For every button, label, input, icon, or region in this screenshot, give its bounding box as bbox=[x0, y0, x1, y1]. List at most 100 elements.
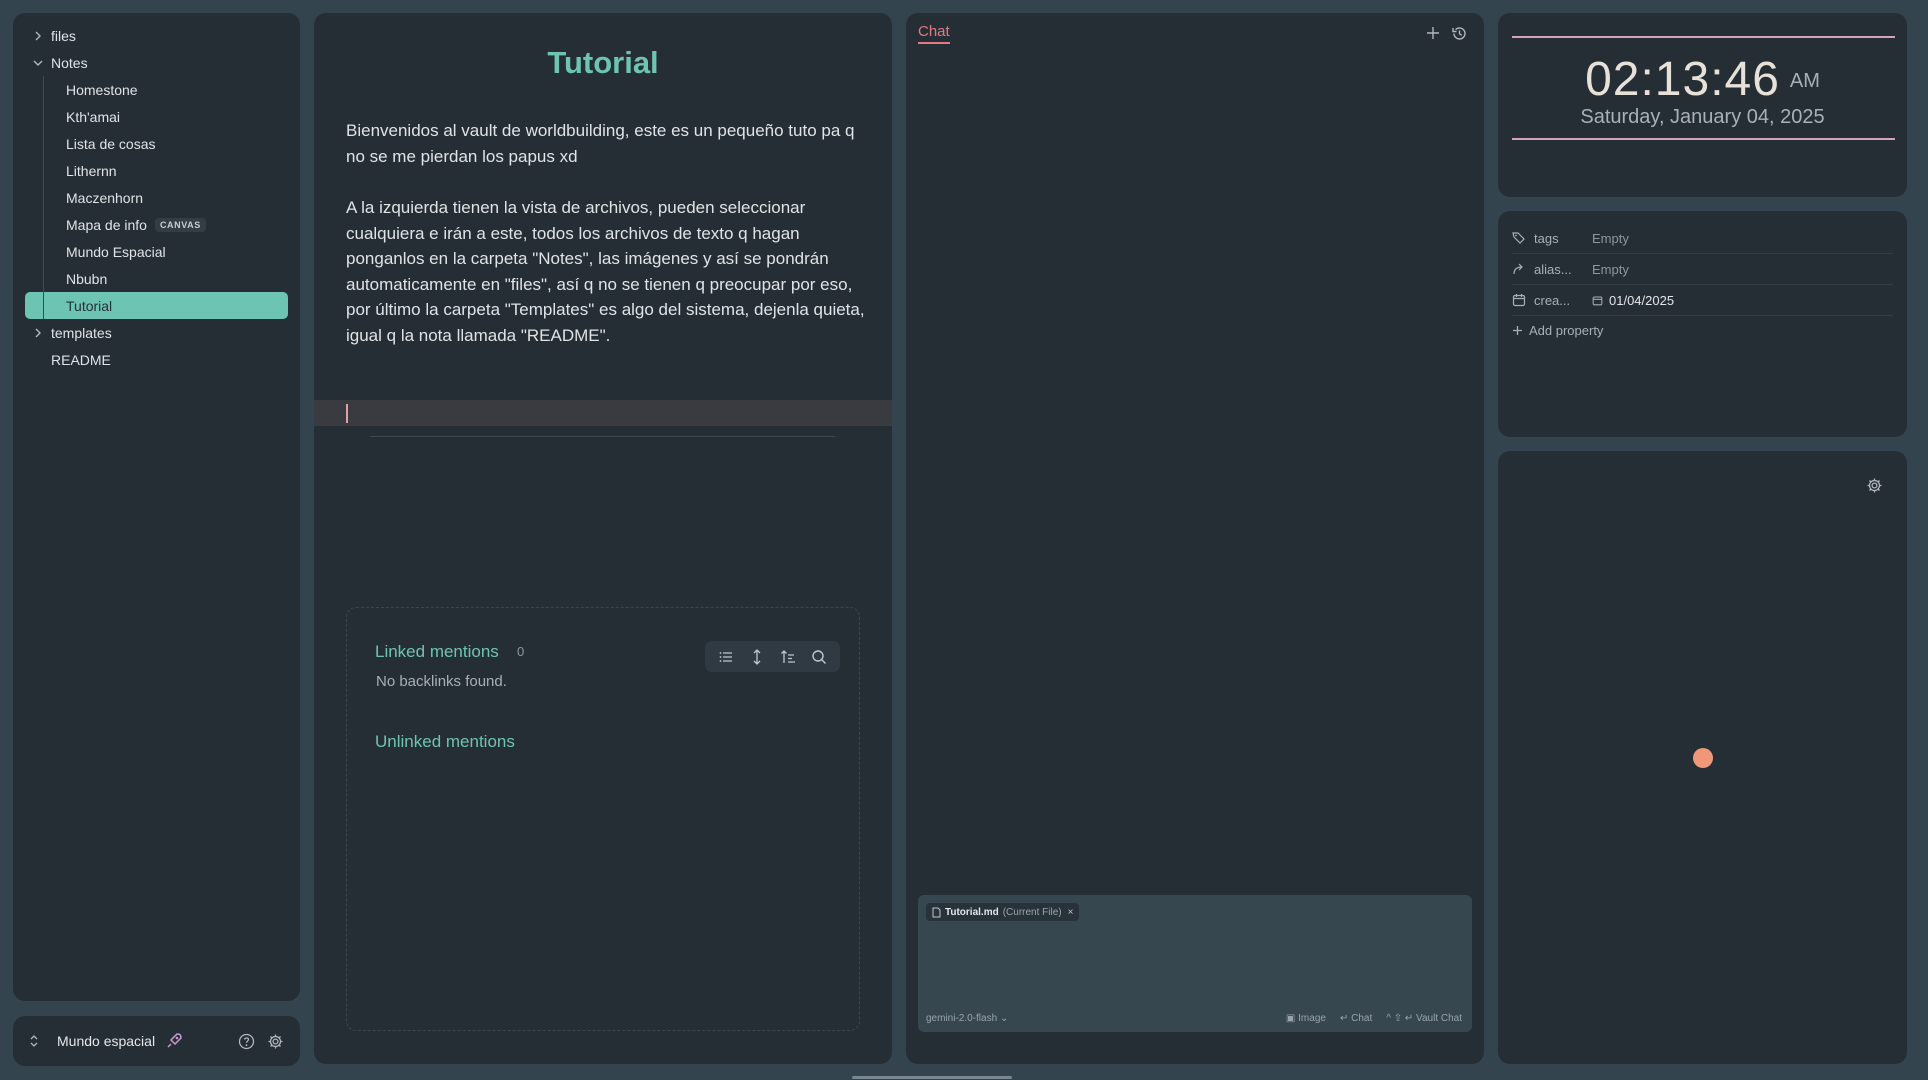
list-icon[interactable] bbox=[715, 646, 737, 668]
sort-icon[interactable] bbox=[777, 646, 799, 668]
linked-mentions-title[interactable]: Linked mentions bbox=[375, 642, 499, 662]
file-maczenhorn[interactable]: Maczenhorn bbox=[25, 184, 288, 211]
property-value[interactable]: Empty bbox=[1592, 231, 1629, 246]
close-icon[interactable]: × bbox=[1068, 907, 1074, 918]
file-homestone[interactable]: Homestone bbox=[25, 76, 288, 103]
model-name: gemini-2.0-flash bbox=[926, 1013, 998, 1024]
active-line[interactable] bbox=[314, 400, 892, 426]
clock-time: 02:13:46 AM bbox=[1498, 52, 1907, 107]
property-date-value[interactable]: 01/04/2025 bbox=[1592, 293, 1674, 308]
file-label: Lista de cosas bbox=[66, 135, 156, 152]
chevron-down-icon bbox=[29, 58, 47, 68]
folder-label: templates bbox=[51, 324, 112, 341]
file-label: Kth'amai bbox=[66, 108, 121, 125]
folder-templates[interactable]: templates bbox=[25, 319, 288, 346]
property-aliases[interactable]: alias... Empty bbox=[1512, 254, 1893, 285]
file-label: Lithernn bbox=[66, 162, 117, 179]
property-name: alias... bbox=[1534, 261, 1572, 277]
context-file-chip[interactable]: Tutorial.md (Current File) × bbox=[926, 903, 1080, 921]
chat-send-label: Chat bbox=[1351, 1013, 1373, 1024]
updown-icon[interactable] bbox=[29, 1034, 47, 1048]
model-select[interactable]: gemini-2.0-flash ⌄ bbox=[926, 1013, 1008, 1024]
file-lithernn[interactable]: Lithernn bbox=[25, 157, 288, 184]
text-caret bbox=[346, 404, 348, 423]
chat-panel: Chat Tutorial.md (Current File) × gemini… bbox=[906, 13, 1484, 1064]
property-name: tags bbox=[1534, 230, 1559, 246]
shortcut-icon: ^ ⇧ ↵ bbox=[1386, 1013, 1414, 1024]
image-button[interactable]: ▣ Image bbox=[1286, 1013, 1326, 1024]
file-mapa-de-info[interactable]: Mapa de info CANVAS bbox=[25, 211, 288, 238]
send-chat-button[interactable]: ↵ Chat bbox=[1340, 1013, 1372, 1024]
gear-icon[interactable] bbox=[1866, 477, 1883, 494]
file-label: Homestone bbox=[66, 81, 138, 98]
graph-pane[interactable] bbox=[1498, 451, 1907, 1064]
clock-top-line bbox=[1512, 36, 1895, 38]
note-paragraph[interactable]: Bienvenidos al vault de worldbuilding, e… bbox=[346, 118, 866, 169]
tags-icon bbox=[1512, 231, 1534, 245]
clock-time-value: 02:13:46 bbox=[1585, 53, 1780, 106]
property-value[interactable]: Empty bbox=[1592, 262, 1629, 277]
history-icon[interactable] bbox=[1451, 25, 1468, 42]
file-nbubn[interactable]: Nbubn bbox=[25, 265, 288, 292]
note-editor[interactable]: Tutorial Bienvenidos al vault de worldbu… bbox=[314, 13, 892, 1064]
add-property-button[interactable]: Add property bbox=[1512, 323, 1893, 338]
file-label: README bbox=[51, 351, 111, 368]
no-backlinks-text: No backlinks found. bbox=[376, 673, 507, 690]
vault-chat-label: Vault Chat bbox=[1416, 1013, 1462, 1024]
expand-icon[interactable] bbox=[746, 646, 768, 668]
file-icon bbox=[932, 907, 941, 918]
graph-node[interactable] bbox=[1693, 748, 1713, 768]
divider bbox=[370, 436, 835, 437]
vault-switcher: Mundo espacial bbox=[13, 1016, 300, 1066]
chevron-down-icon: ⌄ bbox=[999, 1013, 1009, 1024]
enter-icon: ↵ bbox=[1339, 1013, 1349, 1024]
file-label: Nbubn bbox=[66, 270, 108, 287]
clock-ampm: AM bbox=[1789, 70, 1820, 92]
image-label: Image bbox=[1298, 1013, 1326, 1024]
chat-input[interactable]: Tutorial.md (Current File) × gemini-2.0-… bbox=[918, 895, 1472, 1032]
note-paragraph[interactable]: A la izquierda tienen la vista de archiv… bbox=[346, 195, 866, 348]
file-readme[interactable]: README bbox=[25, 346, 288, 373]
file-label: Mundo Espacial bbox=[66, 243, 166, 260]
property-tags[interactable]: tags Empty bbox=[1512, 223, 1893, 254]
note-title[interactable]: Tutorial bbox=[314, 45, 892, 81]
clock-bottom-line bbox=[1512, 138, 1895, 140]
image-icon: ▣ bbox=[1285, 1013, 1296, 1024]
vault-chat-button[interactable]: ^ ⇧ ↵ Vault Chat bbox=[1386, 1013, 1462, 1024]
vault-name[interactable]: Mundo espacial bbox=[57, 1033, 155, 1049]
file-label: Maczenhorn bbox=[66, 189, 144, 206]
plus-icon bbox=[1512, 325, 1523, 336]
date-text: 01/04/2025 bbox=[1609, 292, 1675, 308]
search-icon[interactable] bbox=[808, 646, 830, 668]
tab-chat[interactable]: Chat bbox=[918, 23, 950, 44]
file-explorer: files Notes Homestone Kth'amai Lista de … bbox=[13, 13, 300, 1001]
plus-icon[interactable] bbox=[1425, 25, 1441, 42]
linked-mentions-count: 0 bbox=[517, 644, 525, 659]
help-icon[interactable] bbox=[238, 1033, 255, 1050]
unlinked-mentions-title[interactable]: Unlinked mentions bbox=[375, 732, 515, 752]
rocket-icon bbox=[165, 1032, 183, 1050]
context-file-name: Tutorial.md bbox=[945, 906, 999, 918]
backlinks-panel: Linked mentions 0 No backlinks found. Un… bbox=[346, 607, 860, 1031]
file-label: Mapa de info bbox=[66, 216, 147, 233]
property-created[interactable]: crea... 01/04/2025 bbox=[1512, 285, 1893, 316]
folder-label: Notes bbox=[51, 54, 88, 71]
context-file-note: (Current File) bbox=[1002, 906, 1062, 918]
file-lista-de-cosas[interactable]: Lista de cosas bbox=[25, 130, 288, 157]
window-resize-handle[interactable] bbox=[852, 1076, 1012, 1079]
calendar-icon bbox=[1512, 293, 1534, 307]
properties-panel: tags Empty alias... Empty crea... 01/04/… bbox=[1498, 211, 1907, 437]
folder-notes[interactable]: Notes bbox=[25, 49, 288, 76]
clock-widget: 02:13:46 AM Saturday, January 04, 2025 bbox=[1498, 13, 1907, 197]
chevron-right-icon bbox=[29, 328, 47, 338]
file-mundo-espacial[interactable]: Mundo Espacial bbox=[25, 238, 288, 265]
canvas-badge: CANVAS bbox=[154, 217, 206, 232]
clock-date: Saturday, January 04, 2025 bbox=[1580, 106, 1825, 128]
folder-files[interactable]: files bbox=[25, 22, 288, 49]
file-tutorial[interactable]: Tutorial bbox=[25, 292, 288, 319]
file-kthamai[interactable]: Kth'amai bbox=[25, 103, 288, 130]
folder-label: files bbox=[51, 27, 76, 44]
add-property-label: Add property bbox=[1529, 323, 1604, 338]
property-name: crea... bbox=[1534, 292, 1571, 308]
gear-icon[interactable] bbox=[267, 1033, 284, 1050]
